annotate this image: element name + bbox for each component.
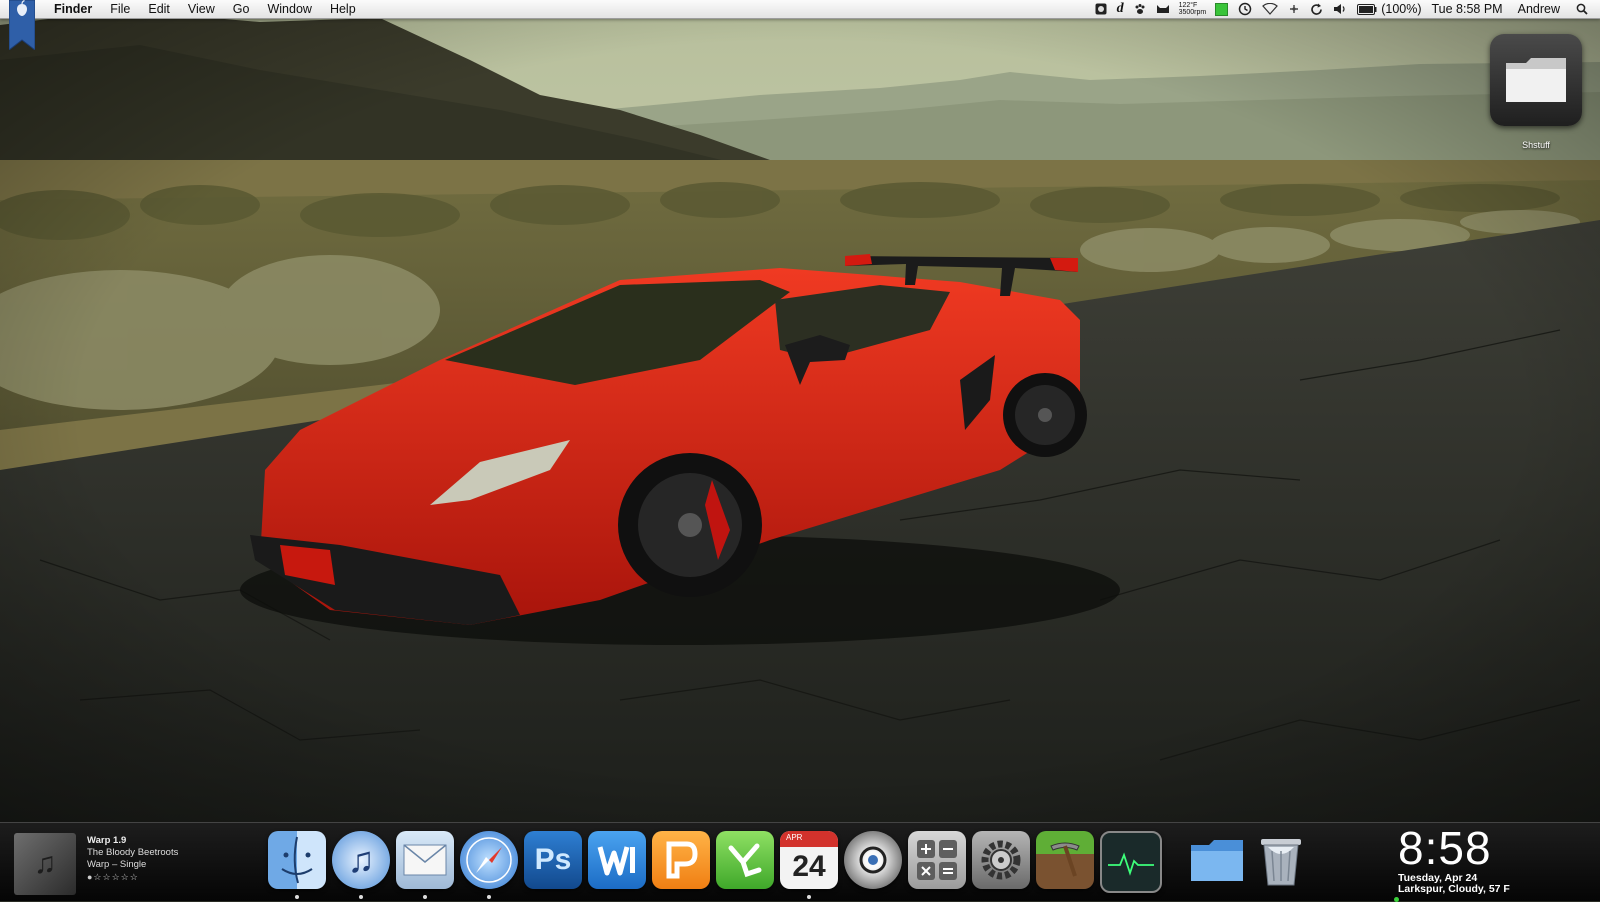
cpu-temp: 122°F bbox=[1178, 1, 1198, 9]
bottom-bar: ♫ Warp 1.9 The Bloody Beetroots Warp – S… bbox=[0, 822, 1600, 902]
clock-widget: 8:58 Tuesday, Apr 24 Larkspur, Cloudy, 5… bbox=[1350, 822, 1560, 902]
dictionary-icon[interactable]: d bbox=[1112, 0, 1129, 18]
folder-icon bbox=[1490, 34, 1582, 126]
track-artist: The Bloody Beetroots bbox=[87, 847, 179, 858]
dock-mail-icon[interactable] bbox=[396, 831, 454, 889]
menu-file[interactable]: File bbox=[101, 0, 139, 18]
fan-speed: 3500rpm bbox=[1178, 9, 1207, 16]
running-indicator bbox=[359, 895, 363, 899]
track-rating[interactable]: ●☆☆☆☆☆ bbox=[87, 871, 178, 883]
volume-icon[interactable] bbox=[1328, 0, 1352, 18]
menu-bar: Finder File Edit View Go Window Help d 1… bbox=[0, 0, 1600, 52]
weather-info: Larkspur, Cloudy, 57 F bbox=[1398, 883, 1510, 895]
menu-app-finder[interactable]: Finder bbox=[45, 0, 101, 18]
dock-photoshop-icon[interactable]: Ps bbox=[524, 831, 582, 889]
running-indicator bbox=[807, 895, 811, 899]
dock-word-icon[interactable] bbox=[588, 831, 646, 889]
dock-calculator-icon[interactable] bbox=[908, 831, 966, 889]
menu-edit[interactable]: Edit bbox=[139, 0, 179, 18]
battery-percent: (100%) bbox=[1381, 2, 1422, 16]
temperature-monitor[interactable]: 122°F 3500rpm bbox=[1175, 0, 1211, 18]
dock-itunes-icon[interactable]: ♫ bbox=[332, 831, 390, 889]
spotlight-search-icon[interactable] bbox=[1570, 0, 1600, 18]
running-indicator bbox=[295, 895, 299, 899]
cam-icon[interactable] bbox=[1090, 0, 1112, 18]
dock-documents-folder-icon[interactable] bbox=[1188, 831, 1246, 889]
cat-icon[interactable] bbox=[1151, 0, 1175, 18]
menu-view[interactable]: View bbox=[179, 0, 224, 18]
dock-finder-icon[interactable] bbox=[268, 831, 326, 889]
status-menus: d 122°F 3500rpm (100%) Tue 8:58 PM Andre… bbox=[1090, 0, 1600, 18]
dock-numbers-icon[interactable] bbox=[716, 831, 774, 889]
dock-safari-icon[interactable] bbox=[460, 831, 518, 889]
bluetooth-icon[interactable] bbox=[1283, 0, 1305, 18]
clock-time: 8:58 bbox=[1398, 822, 1492, 874]
battery-status[interactable]: (100%) bbox=[1352, 0, 1426, 18]
photoshop-label: Ps bbox=[534, 843, 572, 876]
menu-help[interactable]: Help bbox=[321, 0, 365, 18]
paw-icon[interactable] bbox=[1129, 0, 1151, 18]
desktop-wallpaper bbox=[0, 0, 1600, 822]
dock-minecraft-pickaxe-icon[interactable] bbox=[1036, 831, 1094, 889]
dock-system-preferences-gear-icon[interactable] bbox=[972, 831, 1030, 889]
calendar-month: APR bbox=[780, 831, 838, 847]
calendar-day: 24 bbox=[792, 850, 826, 883]
running-indicator bbox=[487, 895, 491, 899]
time-machine-icon[interactable] bbox=[1233, 0, 1257, 18]
track-title: Warp 1.9 bbox=[87, 835, 127, 846]
apple-menu-icon[interactable] bbox=[8, 0, 36, 52]
album-art-music-note-icon: ♫ bbox=[14, 833, 76, 895]
dock-pages-icon[interactable] bbox=[652, 831, 710, 889]
track-album: Warp – Single bbox=[87, 859, 147, 870]
folder-label: Shstuff bbox=[1522, 140, 1550, 150]
running-indicator bbox=[423, 895, 427, 899]
dock-dvd-player-icon[interactable] bbox=[844, 831, 902, 889]
sync-icon[interactable] bbox=[1305, 0, 1328, 18]
menu-window[interactable]: Window bbox=[258, 0, 320, 18]
dock-activity-monitor-icon[interactable] bbox=[1100, 831, 1162, 893]
dock-ical-icon[interactable]: APR 24 bbox=[780, 831, 838, 889]
dock-trash-icon[interactable] bbox=[1252, 831, 1310, 889]
now-playing-widget[interactable]: ♫ Warp 1.9 The Bloody Beetroots Warp – S… bbox=[14, 833, 264, 895]
menu-go[interactable]: Go bbox=[224, 0, 259, 18]
wifi-icon[interactable] bbox=[1257, 0, 1283, 18]
desktop-folder-shstuff[interactable]: Shstuff bbox=[1488, 34, 1584, 150]
green-status-icon[interactable] bbox=[1210, 0, 1233, 18]
user-menu[interactable]: Andrew bbox=[1508, 0, 1570, 18]
menubar-clock[interactable]: Tue 8:58 PM bbox=[1427, 0, 1508, 18]
